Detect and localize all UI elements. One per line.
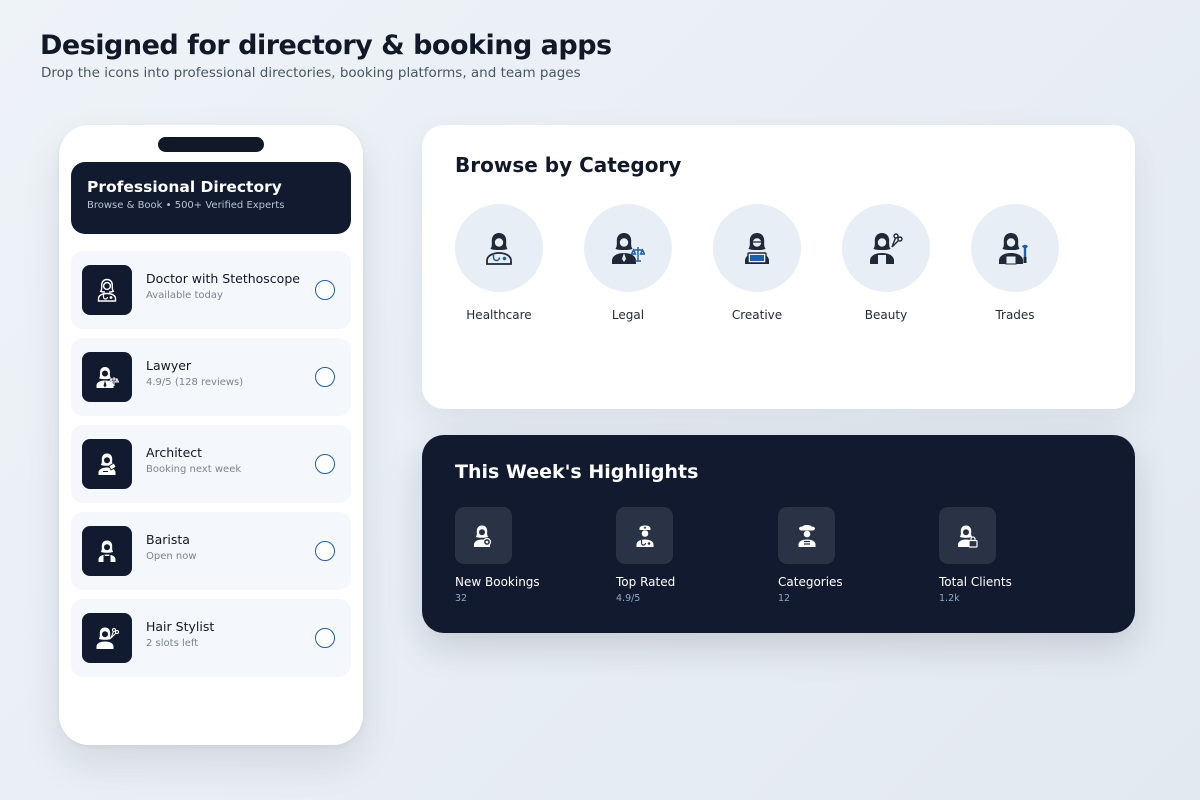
beauty-icon bbox=[842, 204, 930, 292]
highlight-categories[interactable]: Categories 12 bbox=[778, 507, 928, 604]
list-item-lawyer[interactable]: Lawyer 4.9/5 (128 reviews) bbox=[71, 338, 351, 416]
highlight-label: Total Clients bbox=[939, 575, 1012, 589]
select-radio[interactable] bbox=[315, 454, 335, 474]
category-trades[interactable]: Trades bbox=[971, 204, 1059, 322]
highlight-new-bookings[interactable]: New Bookings 32 bbox=[455, 507, 605, 604]
highlight-label: Categories bbox=[778, 575, 843, 589]
category-label: Healthcare bbox=[466, 308, 532, 322]
list-item-name: Barista bbox=[146, 532, 190, 547]
hair-stylist-icon bbox=[82, 613, 132, 663]
category-healthcare[interactable]: Healthcare bbox=[455, 204, 543, 322]
page-title: Designed for directory & booking apps bbox=[40, 30, 612, 61]
category-label: Trades bbox=[995, 308, 1035, 322]
list-item-meta: Open now bbox=[146, 551, 197, 562]
highlight-value: 1.2k bbox=[939, 593, 960, 604]
highlights-title: This Week's Highlights bbox=[455, 461, 699, 483]
category-title: Browse by Category bbox=[455, 153, 682, 177]
highlight-total-clients[interactable]: Total Clients 1.2k bbox=[939, 507, 1089, 604]
trades-icon bbox=[971, 204, 1059, 292]
category-creative[interactable]: Creative bbox=[713, 204, 801, 322]
category-label: Creative bbox=[731, 308, 783, 322]
highlight-value: 12 bbox=[778, 593, 791, 604]
professional-list: Doctor with Stethoscope Available today … bbox=[71, 251, 351, 686]
page-subtitle: Drop the icons into professional directo… bbox=[41, 65, 581, 81]
highlight-value: 4.9/5 bbox=[616, 593, 641, 604]
list-item-meta: 4.9/5 (128 reviews) bbox=[146, 377, 244, 388]
highlight-label: Top Rated bbox=[616, 575, 676, 589]
category-legal[interactable]: Legal bbox=[584, 204, 672, 322]
healthcare-icon bbox=[455, 204, 543, 292]
highlights-card: This Week's Highlights New Bookings 32 T… bbox=[422, 435, 1135, 633]
select-radio[interactable] bbox=[315, 541, 335, 561]
highlight-top-rated[interactable]: Top Rated 4.9/5 bbox=[616, 507, 766, 604]
new-bookings-icon bbox=[455, 507, 512, 564]
architect-icon bbox=[82, 439, 132, 489]
list-item-name: Doctor with Stethoscope bbox=[146, 271, 300, 286]
select-radio[interactable] bbox=[315, 280, 335, 300]
category-label: Beauty bbox=[864, 308, 908, 322]
list-item-architect[interactable]: Architect Booking next week bbox=[71, 425, 351, 503]
list-item-barista[interactable]: Barista Open now bbox=[71, 512, 351, 590]
list-item-hair-stylist[interactable]: Hair Stylist 2 slots left bbox=[71, 599, 351, 677]
list-item-doctor[interactable]: Doctor with Stethoscope Available today bbox=[71, 251, 351, 329]
top-rated-icon bbox=[616, 507, 673, 564]
phone-mockup: Professional Directory Browse & Book • 5… bbox=[59, 125, 363, 745]
highlight-label: New Bookings bbox=[455, 575, 540, 589]
creative-icon bbox=[713, 204, 801, 292]
doctor-icon bbox=[82, 265, 132, 315]
category-label: Legal bbox=[611, 308, 645, 322]
list-item-name: Lawyer bbox=[146, 358, 192, 373]
list-item-meta: Booking next week bbox=[146, 464, 242, 475]
lawyer-icon bbox=[82, 352, 132, 402]
barista-icon bbox=[82, 526, 132, 576]
list-item-name: Hair Stylist bbox=[146, 619, 215, 634]
list-item-meta: Available today bbox=[146, 290, 223, 301]
directory-subtitle: Browse & Book • 500+ Verified Experts bbox=[87, 200, 285, 211]
list-item-meta: 2 slots left bbox=[146, 638, 199, 649]
select-radio[interactable] bbox=[315, 628, 335, 648]
legal-icon bbox=[584, 204, 672, 292]
phone-notch bbox=[158, 137, 264, 152]
directory-title: Professional Directory bbox=[87, 178, 282, 196]
total-clients-icon bbox=[939, 507, 996, 564]
list-item-name: Architect bbox=[146, 445, 203, 460]
category-card: Browse by Category Healthcare Legal Crea… bbox=[422, 125, 1135, 409]
highlight-value: 32 bbox=[455, 593, 468, 604]
category-beauty[interactable]: Beauty bbox=[842, 204, 930, 322]
directory-header: Professional Directory Browse & Book • 5… bbox=[71, 162, 351, 234]
select-radio[interactable] bbox=[315, 367, 335, 387]
categories-icon bbox=[778, 507, 835, 564]
